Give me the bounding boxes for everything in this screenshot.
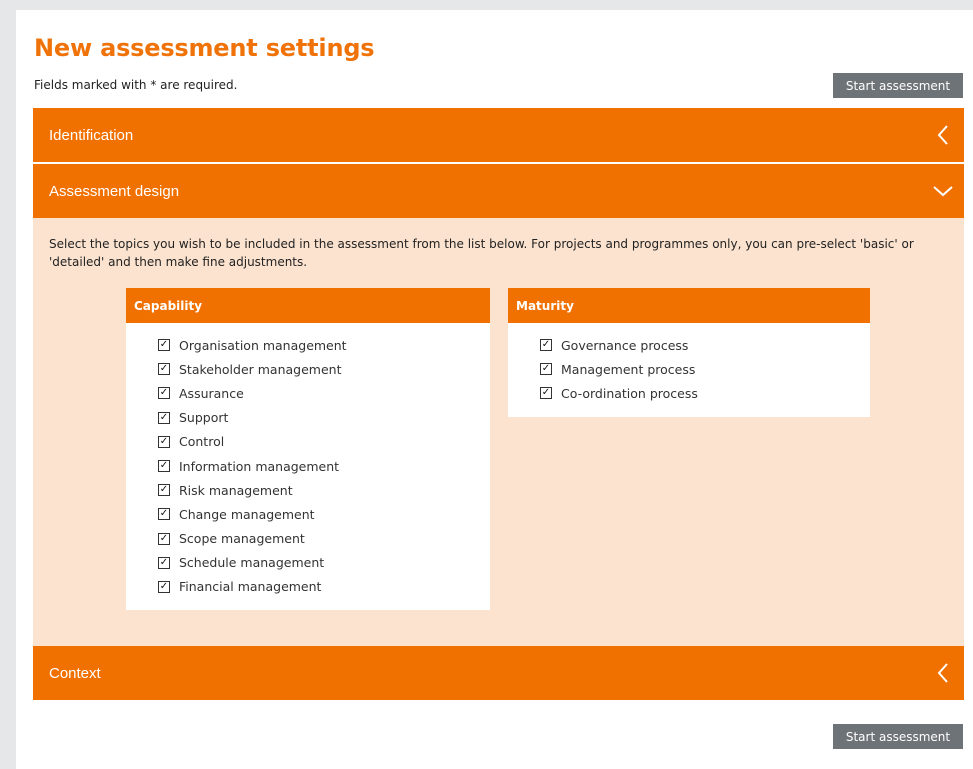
checkbox-checked-icon[interactable]: ✓ — [158, 556, 170, 569]
checkbox-checked-icon[interactable]: ✓ — [158, 508, 170, 521]
topic-label: Change management — [179, 506, 315, 522]
topic-label: Co-ordination process — [561, 385, 698, 401]
topic-checkbox-row[interactable]: ✓ Risk management — [158, 478, 490, 502]
assessment-design-body: Select the topics you wish to be include… — [33, 218, 964, 646]
page-title: New assessment settings — [34, 34, 375, 62]
topic-checkbox-row[interactable]: ✓ Stakeholder management — [158, 357, 490, 381]
capability-panel: Capability ✓ Organisation management ✓ Sta… — [126, 288, 490, 610]
topic-label: Governance process — [561, 337, 689, 353]
topic-label: Stakeholder management — [179, 361, 342, 377]
topic-label: Organisation management — [179, 337, 347, 353]
section-assessment-design-header[interactable]: Assessment design — [33, 164, 964, 218]
maturity-panel-header: Maturity — [508, 288, 870, 323]
capability-topic-list: ✓ Organisation management ✓ Stakeholder ma… — [126, 323, 490, 599]
chevron-down-icon[interactable] — [932, 180, 954, 202]
start-assessment-button-top[interactable]: Start assessment — [833, 73, 963, 98]
topic-checkbox-row[interactable]: ✓ Governance process — [540, 333, 870, 357]
chevron-left-icon[interactable] — [932, 662, 954, 684]
checkbox-checked-icon[interactable]: ✓ — [158, 363, 170, 376]
topic-checkbox-row[interactable]: ✓ Control — [158, 430, 490, 454]
checkbox-checked-icon[interactable]: ✓ — [158, 532, 170, 545]
maturity-panel: Maturity ✓ Governance process ✓ Management… — [508, 288, 870, 417]
checkbox-checked-icon[interactable]: ✓ — [540, 339, 552, 352]
topic-checkbox-row[interactable]: ✓ Scope management — [158, 527, 490, 551]
topic-checkbox-row[interactable]: ✓ Change management — [158, 502, 490, 526]
topic-checkbox-row[interactable]: ✓ Financial management — [158, 575, 490, 599]
topic-checkbox-row[interactable]: ✓ Organisation management — [158, 333, 490, 357]
topic-label: Information management — [179, 458, 340, 474]
topic-checkbox-row[interactable]: ✓ Schedule management — [158, 551, 490, 575]
topic-checkbox-row[interactable]: ✓ Co-ordination process — [540, 381, 870, 405]
topic-selection-instructions: Select the topics you wish to be include… — [49, 237, 914, 269]
settings-page: New assessment settings Fields marked wi… — [16, 10, 973, 769]
section-identification-label: Identification — [49, 126, 134, 144]
topic-label: Management process — [561, 361, 696, 377]
checkbox-checked-icon[interactable]: ✓ — [158, 435, 170, 448]
maturity-topic-list: ✓ Governance process ✓ Management process … — [508, 323, 870, 406]
checkbox-checked-icon[interactable]: ✓ — [158, 460, 170, 473]
checkbox-checked-icon[interactable]: ✓ — [158, 339, 170, 352]
topic-checkbox-row[interactable]: ✓ Support — [158, 406, 490, 430]
topic-checkbox-row[interactable]: ✓ Information management — [158, 454, 490, 478]
section-identification-header[interactable]: Identification — [33, 108, 964, 162]
checkbox-checked-icon[interactable]: ✓ — [540, 387, 552, 400]
topic-label: Risk management — [179, 482, 293, 498]
checkbox-checked-icon[interactable]: ✓ — [158, 411, 170, 424]
section-assessment-design-label: Assessment design — [49, 182, 180, 200]
capability-panel-header: Capability — [126, 288, 490, 323]
checkbox-checked-icon[interactable]: ✓ — [158, 580, 170, 593]
topic-label: Scope management — [179, 531, 305, 547]
topic-checkbox-row[interactable]: ✓ Assurance — [158, 381, 490, 405]
checkbox-checked-icon[interactable]: ✓ — [158, 387, 170, 400]
topic-label: Financial management — [179, 579, 322, 595]
topic-label: Assurance — [179, 385, 244, 401]
start-assessment-button-bottom[interactable]: Start assessment — [833, 724, 963, 749]
topic-label: Schedule management — [179, 555, 325, 571]
section-context-label: Context — [49, 664, 101, 682]
topic-label: Support — [179, 410, 229, 426]
checkbox-checked-icon[interactable]: ✓ — [158, 484, 170, 497]
required-fields-note: Fields marked with * are required. — [34, 78, 238, 92]
topic-checkbox-row[interactable]: ✓ Management process — [540, 357, 870, 381]
section-context-header[interactable]: Context — [33, 646, 964, 700]
topic-label: Control — [179, 434, 225, 450]
chevron-left-icon[interactable] — [932, 124, 954, 146]
checkbox-checked-icon[interactable]: ✓ — [540, 363, 552, 376]
